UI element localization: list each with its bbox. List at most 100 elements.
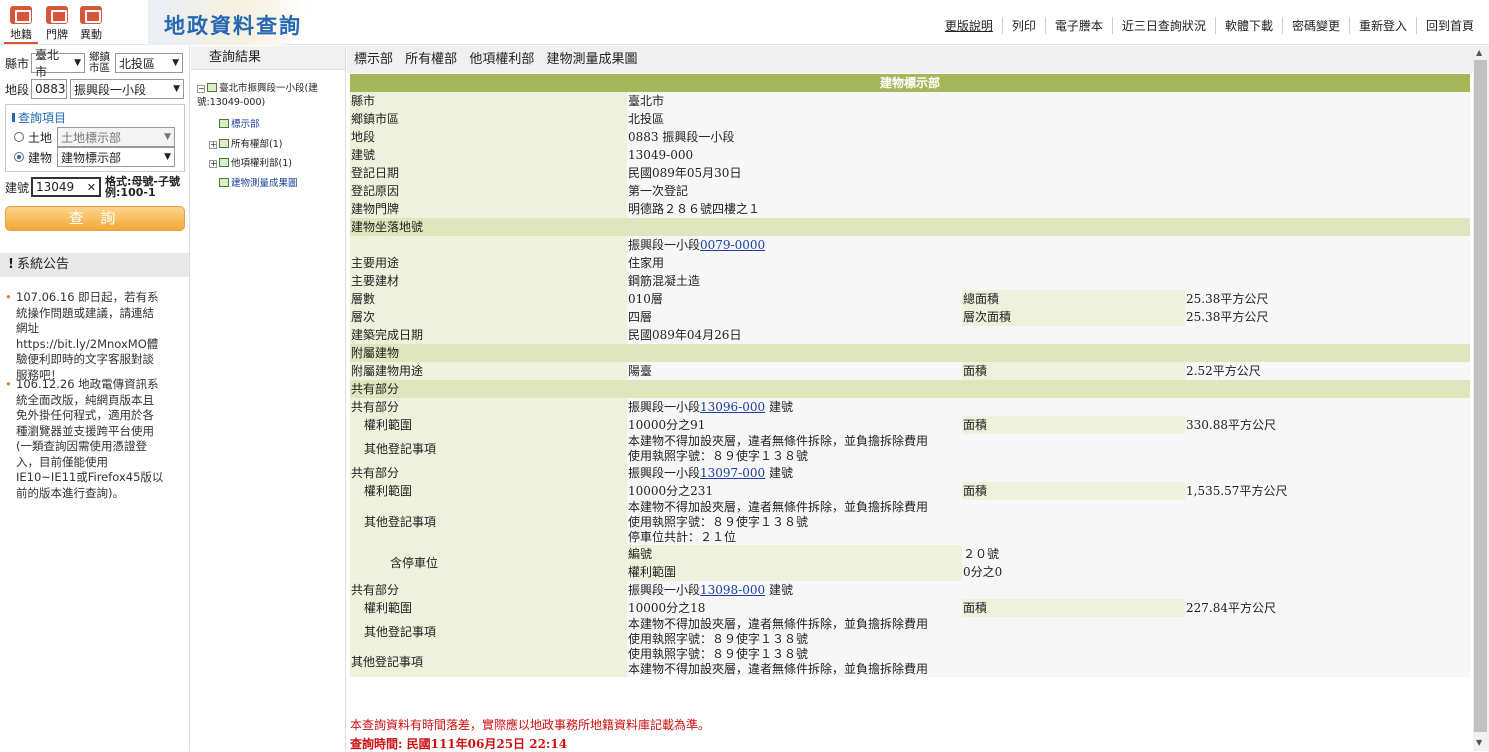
field-value: 臺北市 bbox=[627, 92, 1470, 110]
building-record-table: 建物標示部 縣市 臺北市 鄉鎮市區 北投區 地段 0883 振興段一小段 建號 1304… bbox=[350, 74, 1470, 677]
chevron-down-icon: ▼ bbox=[164, 152, 172, 162]
query-button[interactable]: 查 詢 bbox=[5, 206, 185, 231]
field-value: 陽臺 bbox=[627, 362, 962, 380]
tree-item-ownership[interactable]: + 所有權部(1) bbox=[209, 136, 282, 150]
nav-recent-queries[interactable]: 近三日查詢狀況 bbox=[1111, 17, 1215, 34]
app-title: 地政資料查詢 bbox=[164, 14, 302, 38]
nav-print[interactable]: 列印 bbox=[1001, 17, 1045, 34]
collapse-icon[interactable]: − bbox=[197, 85, 205, 93]
field-label: 其他登記事項 bbox=[350, 500, 627, 545]
building-number-link[interactable]: 13098-000 bbox=[700, 583, 765, 597]
field-label: 面積 bbox=[962, 362, 1185, 380]
edit-icon bbox=[219, 119, 229, 128]
building-select[interactable]: 建物標示部 ▼ bbox=[57, 147, 176, 167]
field-value: 四層 bbox=[627, 308, 962, 326]
person-icon bbox=[219, 139, 229, 148]
tab-label-section[interactable]: 標示部 bbox=[354, 52, 393, 67]
query-items-box: 查詢項目 土地 土地標示部 ▼ 建物 建物標示部 ▼ bbox=[5, 104, 185, 172]
clear-icon[interactable]: ✕ bbox=[87, 181, 96, 194]
field-value: 010層 bbox=[627, 290, 962, 308]
field-label: 縣市 bbox=[350, 92, 627, 110]
announcement-item: 106.12.26 地政電傳資訊系統全面改版，純網頁版本且免外掛任何程式，適用於… bbox=[5, 377, 165, 501]
result-tree-title: 查詢結果 bbox=[191, 46, 345, 70]
district-label: 鄉鎮市區 bbox=[89, 51, 111, 74]
field-label: 鄉鎮市區 bbox=[350, 110, 627, 128]
field-value: 民國089年05月30日 bbox=[627, 164, 1470, 182]
exclamation-icon: ! bbox=[8, 257, 14, 272]
section-code-input[interactable]: 0883 bbox=[31, 79, 68, 99]
chevron-down-icon: ▼ bbox=[164, 132, 172, 142]
field-label: 權利範圍 bbox=[350, 482, 627, 500]
scroll-down-icon[interactable]: ▼ bbox=[1476, 738, 1482, 747]
field-value: 明德路２８６號四樓之１ bbox=[627, 200, 1470, 218]
nav-e-transcript[interactable]: 電子謄本 bbox=[1044, 17, 1112, 34]
tree-item-label-section[interactable]: 標示部 bbox=[219, 116, 260, 130]
building-radio[interactable] bbox=[14, 152, 24, 162]
county-select[interactable]: 臺北市 ▼ bbox=[31, 48, 86, 79]
nav-door-plate[interactable]: 門牌 bbox=[40, 6, 74, 42]
field-label: 面積 bbox=[962, 416, 1185, 434]
field-value: 1,535.57平方公尺 bbox=[1185, 482, 1470, 500]
nav-change[interactable]: 異動 bbox=[74, 6, 108, 42]
tab-other-rights[interactable]: 他項權利部 bbox=[469, 52, 534, 67]
field-label: 其他登記事項 bbox=[350, 434, 627, 464]
section-marker-icon bbox=[12, 113, 15, 122]
land-radio[interactable] bbox=[14, 132, 24, 142]
field-label: 權利範圍 bbox=[350, 416, 627, 434]
nav-home[interactable]: 回到首頁 bbox=[1415, 17, 1483, 34]
field-value: 13049-000 bbox=[627, 146, 1470, 164]
section-select[interactable]: 振興段一小段 ▼ bbox=[70, 79, 185, 99]
field-label: 層次 bbox=[350, 308, 627, 326]
tree-item-other-rights[interactable]: + 他項權利部(1) bbox=[209, 155, 292, 169]
scroll-up-icon[interactable]: ▲ bbox=[1476, 48, 1482, 57]
field-label: 共有部分 bbox=[350, 464, 627, 482]
section-label: 地段 bbox=[5, 82, 30, 97]
nav-changelog[interactable]: 更版說明 bbox=[936, 17, 1002, 34]
field-label: 主要建材 bbox=[350, 272, 627, 290]
note-line: 本建物不得加設夾層，違者無條件拆除，並負擔拆除費用 bbox=[628, 500, 929, 514]
map-icon bbox=[219, 178, 229, 187]
field-value: 民國089年04月26日 bbox=[627, 326, 1470, 344]
cadastre-icon bbox=[10, 6, 32, 24]
building-number-link[interactable]: 13097-000 bbox=[700, 466, 765, 480]
building-number-link[interactable]: 13096-000 bbox=[700, 400, 765, 414]
house-icon bbox=[46, 6, 68, 24]
tree-item-survey-map[interactable]: 建物測量成果圖 bbox=[219, 175, 298, 189]
field-value: 330.88平方公尺 bbox=[1185, 416, 1470, 434]
field-label: 總面積 bbox=[962, 290, 1185, 308]
field-label: 其他登記事項 bbox=[350, 617, 627, 647]
field-label: 建號 bbox=[350, 146, 627, 164]
field-label: 共有部分 bbox=[350, 581, 627, 599]
nav-change-password[interactable]: 密碼變更 bbox=[1281, 17, 1349, 34]
nav-relogin[interactable]: 重新登入 bbox=[1348, 17, 1416, 34]
land-select[interactable]: 土地標示部 ▼ bbox=[57, 127, 176, 147]
county-label: 縣市 bbox=[5, 56, 30, 71]
note-line: 本建物不得加設夾層，違者無條件拆除，並負擔拆除費用 bbox=[628, 662, 929, 676]
tree-root[interactable]: − 臺北市振興段一小段(建號:13049-000) bbox=[197, 82, 337, 110]
field-label: 含停車位 bbox=[350, 545, 627, 581]
land-number-link[interactable]: 0079-0000 bbox=[700, 238, 765, 252]
land-label: 土地 bbox=[28, 130, 53, 145]
expand-icon[interactable]: + bbox=[209, 141, 217, 149]
result-tree-panel: 查詢結果 − 臺北市振興段一小段(建號:13049-000) 標示部 + 所有權部(… bbox=[191, 46, 346, 751]
note-line: 使用執照字號：８９使字１３８號 bbox=[628, 449, 809, 463]
note-line: 使用執照字號：８９使字１３８號 bbox=[628, 647, 809, 661]
bno-input[interactable]: 13049 ✕ bbox=[31, 177, 102, 197]
field-value: 0883 振興段一小段 bbox=[627, 128, 1470, 146]
district-select[interactable]: 北投區 ▼ bbox=[115, 53, 184, 73]
bno-label: 建號 bbox=[5, 180, 30, 195]
disclaimer-text: 本查詢資料有時間落差，實際應以地政事務所地籍資料庫記載為準。 bbox=[350, 718, 711, 732]
document-icon bbox=[219, 158, 229, 167]
nav-software-download[interactable]: 軟體下載 bbox=[1214, 17, 1282, 34]
field-value: 10000分之231 bbox=[627, 482, 962, 500]
change-icon bbox=[80, 6, 102, 24]
tab-survey-map[interactable]: 建物測量成果圖 bbox=[546, 52, 637, 67]
expand-icon[interactable]: + bbox=[209, 160, 217, 168]
record-panel: 標示部 所有權部 他項權利部 建物測量成果圖 建物標示部 縣市 臺北市 鄉鎮市區北… bbox=[347, 46, 1473, 751]
nav-cadastre[interactable]: 地籍 bbox=[4, 6, 38, 44]
field-label: 面積 bbox=[962, 599, 1185, 617]
chevron-down-icon: ▼ bbox=[74, 58, 82, 68]
tab-ownership[interactable]: 所有權部 bbox=[405, 52, 457, 67]
scrollbar-thumb[interactable] bbox=[1474, 60, 1487, 732]
query-panel: 縣市 臺北市 ▼ 鄉鎮市區 北投區 ▼ 地段 0883 振興段一小段 ▼ 查詢項目 土… bbox=[0, 46, 190, 751]
